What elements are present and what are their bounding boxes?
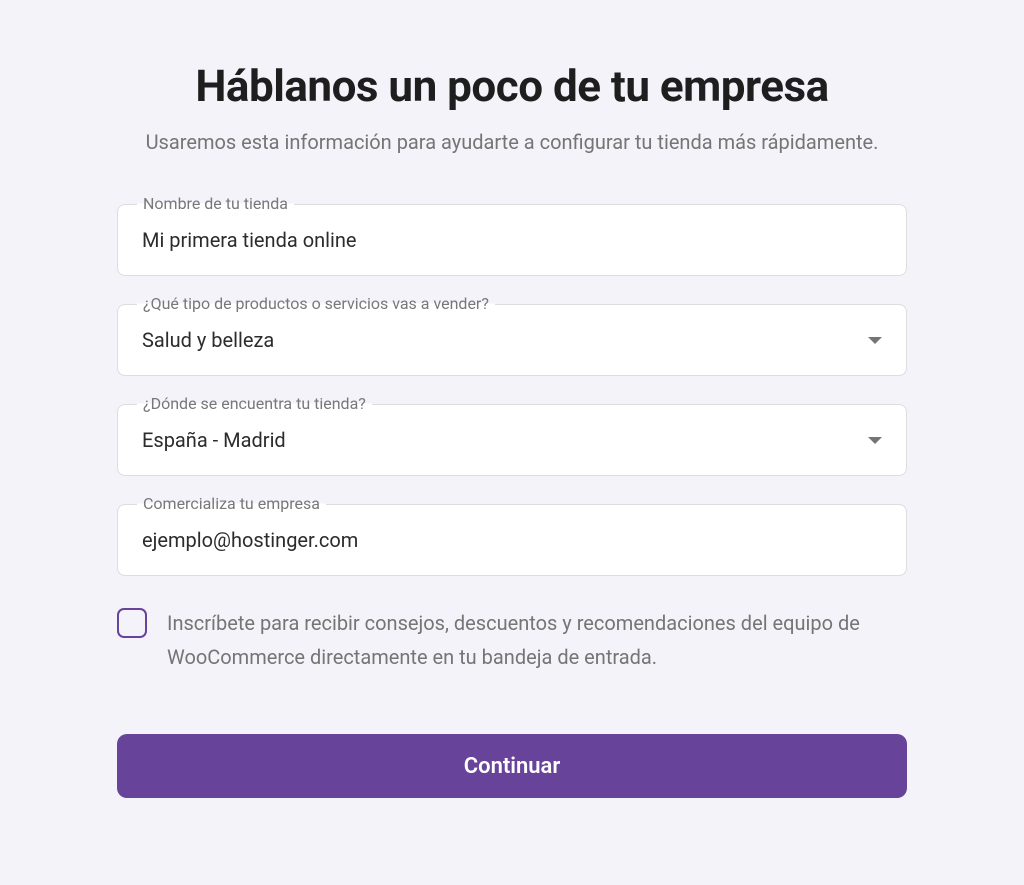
chevron-down-icon bbox=[868, 437, 882, 444]
email-field-group: Comercializa tu empresa bbox=[117, 504, 907, 576]
page-subtitle: Usaremos esta información para ayudarte … bbox=[82, 130, 942, 154]
email-label: Comercializa tu empresa bbox=[137, 494, 326, 513]
product-type-label: ¿Qué tipo de productos o servicios vas a… bbox=[137, 294, 495, 313]
location-value: España - Madrid bbox=[142, 428, 286, 452]
store-name-field-group: Nombre de tu tienda bbox=[117, 204, 907, 276]
store-name-input[interactable] bbox=[117, 204, 907, 276]
product-type-value: Salud y belleza bbox=[142, 328, 274, 352]
newsletter-checkbox[interactable] bbox=[117, 608, 147, 638]
newsletter-checkbox-row: Inscríbete para recibir consejos, descue… bbox=[117, 606, 907, 674]
page-title: Háblanos un poco de tu empresa bbox=[82, 60, 942, 112]
location-field-group: ¿Dónde se encuentra tu tienda? España - … bbox=[117, 404, 907, 476]
newsletter-checkbox-label: Inscríbete para recibir consejos, descue… bbox=[167, 606, 907, 674]
store-name-label: Nombre de tu tienda bbox=[137, 194, 294, 213]
continue-button[interactable]: Continuar bbox=[117, 734, 907, 798]
location-select[interactable]: España - Madrid bbox=[117, 404, 907, 476]
product-type-field-group: ¿Qué tipo de productos o servicios vas a… bbox=[117, 304, 907, 376]
location-label: ¿Dónde se encuentra tu tienda? bbox=[137, 394, 372, 413]
chevron-down-icon bbox=[868, 337, 882, 344]
product-type-select[interactable]: Salud y belleza bbox=[117, 304, 907, 376]
business-form: Nombre de tu tienda ¿Qué tipo de product… bbox=[117, 204, 907, 798]
email-input[interactable] bbox=[117, 504, 907, 576]
